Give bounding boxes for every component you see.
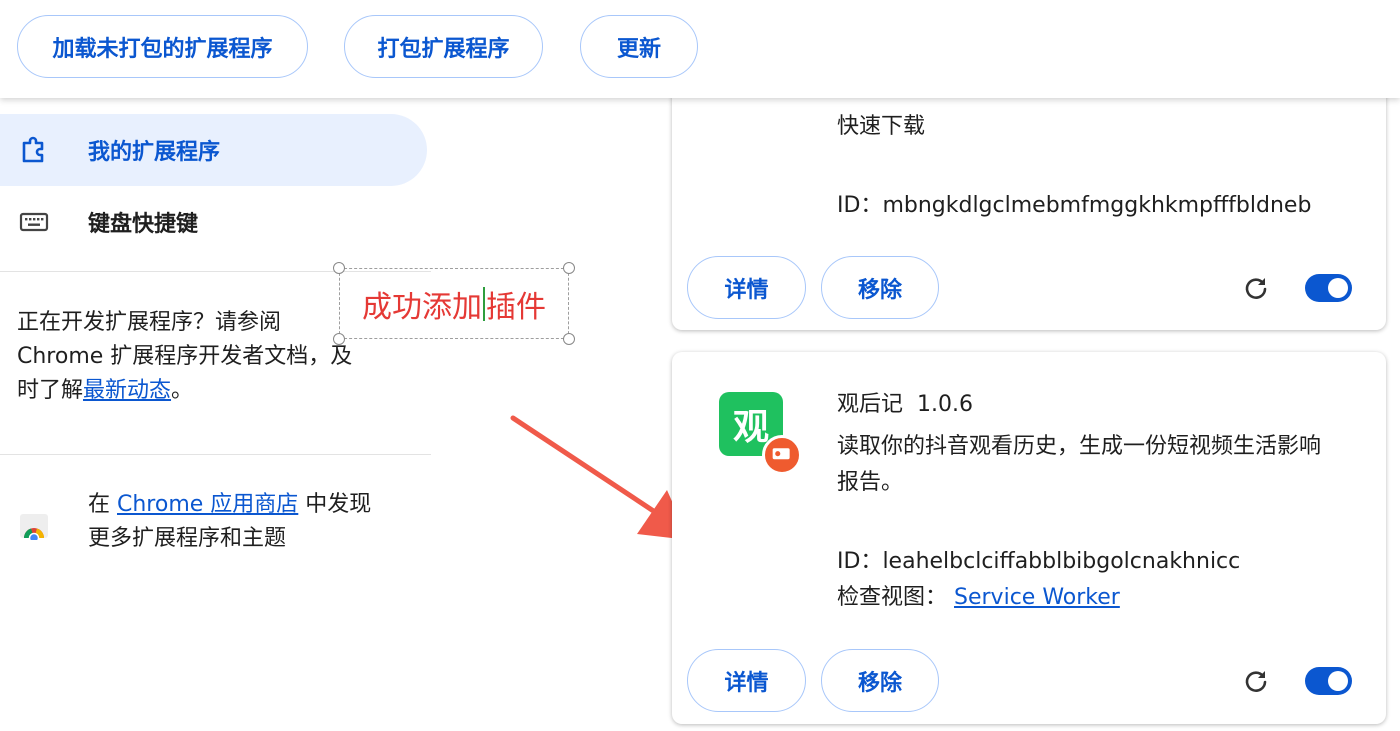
extension-icon	[22, 136, 44, 163]
remove-button[interactable]: 移除	[821, 649, 939, 712]
chrome-web-store-link[interactable]: Chrome 应用商店	[117, 492, 298, 517]
enable-toggle[interactable]	[1305, 274, 1352, 302]
extension-description: 读取你的抖音观看历史，生成一份短视频生活影响	[837, 434, 1322, 459]
web-store-icon	[20, 514, 48, 540]
web-store-text: 在 Chrome 应用商店 中发现更多扩展程序和主题	[88, 488, 388, 556]
web-store-prefix: 在	[88, 492, 117, 517]
divider	[0, 454, 431, 455]
extension-id: ID：leahelbclciffabblbibgolcnakhnicc	[837, 543, 1240, 575]
id-value: mbngkdlgclmebmfmggkhkmpfffbldneb	[882, 193, 1312, 218]
sidebar-item-label: 我的扩展程序	[88, 140, 221, 165]
extension-version: 1.0.6	[917, 392, 973, 417]
reload-icon[interactable]	[1242, 667, 1270, 695]
extension-card: 观 观后记 1.0.6 读取你的抖音观看历史，生成一份短视频生活影响 报告。 I…	[672, 352, 1386, 724]
inspect-label: 检查视图：	[837, 585, 948, 610]
annotation-textbox[interactable]: 成功添加 插件	[339, 268, 569, 339]
extension-description: 快速下载	[837, 114, 926, 139]
annotation-text: 插件	[486, 289, 546, 325]
developer-info-suffix: 。	[171, 378, 194, 403]
remove-button[interactable]: 移除	[821, 256, 939, 319]
video-badge-icon	[762, 435, 802, 475]
details-button[interactable]: 详情	[687, 256, 806, 319]
inspect-views: 检查视图： Service Worker	[837, 579, 1120, 611]
id-label: ID：	[837, 549, 883, 574]
extension-name: 观后记	[837, 392, 904, 417]
annotation-text: 成功添加	[362, 289, 482, 325]
latest-news-link[interactable]: 最新动态	[83, 378, 171, 403]
extension-card: 快速下载 ID：mbngkdlgclmebmfmggkhkmpfffbldneb…	[672, 60, 1386, 330]
keyboard-icon	[19, 212, 49, 232]
reload-icon[interactable]	[1242, 274, 1270, 302]
service-worker-link[interactable]: Service Worker	[954, 585, 1120, 610]
resize-handle[interactable]	[333, 333, 345, 345]
enable-toggle[interactable]	[1305, 667, 1352, 695]
resize-handle[interactable]	[333, 262, 345, 274]
pack-extension-button[interactable]: 打包扩展程序	[344, 15, 543, 78]
extension-title: 观后记 1.0.6	[837, 386, 973, 418]
load-unpacked-button[interactable]: 加载未打包的扩展程序	[17, 15, 308, 78]
toolbar: 加载未打包的扩展程序 打包扩展程序 更新	[0, 0, 1400, 98]
id-label: ID：	[837, 193, 883, 218]
resize-handle[interactable]	[563, 333, 575, 345]
sidebar-item-label: 键盘快捷键	[88, 212, 199, 237]
developer-info-text: 正在开发扩展程序？请参阅 Chrome 扩展程序开发者文档，及时了解最新动态。	[17, 306, 357, 408]
sidebar-item-my-extensions[interactable]: 我的扩展程序	[0, 114, 427, 186]
extension-description: 报告。	[837, 470, 904, 495]
sidebar-item-keyboard-shortcuts[interactable]: 键盘快捷键	[0, 186, 427, 258]
resize-handle[interactable]	[563, 262, 575, 274]
details-button[interactable]: 详情	[687, 649, 806, 712]
id-value: leahelbclciffabblbibgolcnakhnicc	[882, 549, 1241, 574]
update-button[interactable]: 更新	[580, 15, 698, 78]
extension-id: ID：mbngkdlgclmebmfmggkhkmpfffbldneb	[837, 187, 1311, 219]
text-caret	[483, 286, 485, 321]
